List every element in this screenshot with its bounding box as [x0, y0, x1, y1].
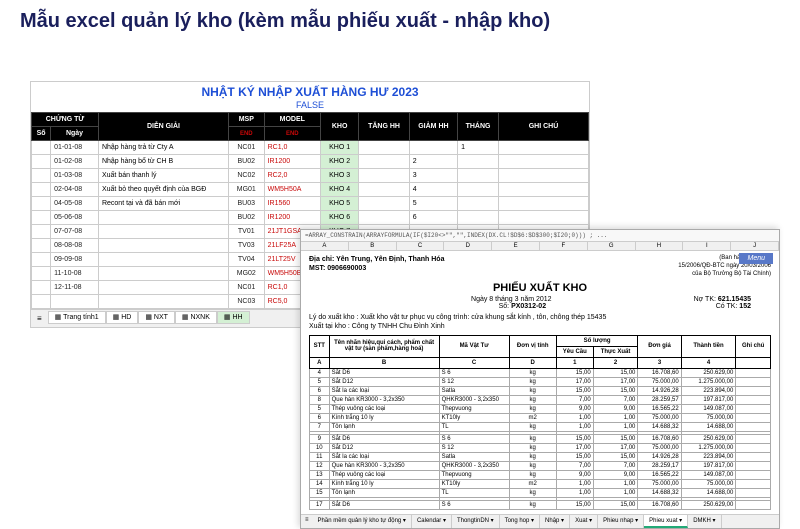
hdr-tang: TĂNG HH	[359, 113, 409, 141]
table-row[interactable]: 12Que hàn KR3000 - 3,2x350QHKR3000 - 3,2…	[310, 461, 771, 470]
table-row[interactable]: 02-04-08Xuất bỏ theo quyết định của BGĐM…	[32, 183, 589, 197]
subhdr: 3	[638, 357, 681, 368]
lydo: Lý do xuất kho : Xuất kho vật tư phục vụ…	[309, 313, 771, 322]
col-header[interactable]: H	[636, 242, 684, 250]
table-row[interactable]: 6Sắt la các loạiSatlakg15,0015,0014.926,…	[310, 386, 771, 395]
s2-table: STT Tên nhãn hiệu,qui cách, phẩm chất vậ…	[309, 335, 771, 510]
subhdr: 1	[556, 357, 593, 368]
hdr-ngay: Ngày	[51, 127, 99, 141]
table-row[interactable]: 5Sắt D12S 12kg17,0017,0075.000,001.275.0…	[310, 377, 771, 386]
col-header[interactable]: C	[397, 242, 445, 250]
table-row[interactable]: 7Tôn lạnhTLkg1,001,0014.688,3214.688,00	[310, 422, 771, 431]
sheet-tab[interactable]: ▦ Trang tính1	[48, 311, 106, 324]
sheet-tab[interactable]: Phieu nhap ▾	[598, 515, 644, 528]
phieu-title: PHIẾU XUẤT KHO	[309, 282, 771, 294]
so: PX0312-02	[511, 303, 546, 310]
sheet-tab[interactable]: Phieu xuat ▾	[644, 515, 688, 528]
col-header[interactable]: I	[683, 242, 731, 250]
hdr-msp: MSP	[228, 113, 264, 127]
hdr-diengiai: DIỄN GIẢI	[98, 113, 228, 141]
hdr-chungtu: CHỨNG TỪ	[32, 113, 99, 127]
sheet-tab[interactable]: ▦ HH	[217, 311, 250, 324]
hdr-so: Số	[32, 127, 51, 141]
h-stt: STT	[310, 335, 330, 357]
subhdr: B	[329, 357, 439, 368]
table-row[interactable]: 10Sắt D12S 12kg17,0017,0075.000,001.275.…	[310, 443, 771, 452]
hdr-kho: KHO	[321, 113, 359, 141]
subhdr: 4	[681, 357, 736, 368]
col-header[interactable]: G	[588, 242, 636, 250]
table-row[interactable]: 9Sắt D6S 6kg15,0015,0016.708,60250.629,0…	[310, 434, 771, 443]
h-dg: Đơn giá	[638, 335, 681, 357]
sheet-tab[interactable]: ▦ NXNK	[175, 311, 217, 324]
h-tx: Thực Xuất	[593, 346, 638, 357]
hdr-thang: THÁNG	[458, 113, 499, 141]
hdr-model: MODEL	[264, 113, 320, 127]
s1-subtitle: FALSE	[31, 100, 589, 112]
sheet-tab[interactable]: ThongtinDN ▾	[452, 515, 500, 528]
table-row[interactable]: 8Que hàn KR3000 - 3,2x350QHKR3000 - 3,2x…	[310, 395, 771, 404]
subhdr: D	[509, 357, 556, 368]
subhdr: 2	[593, 357, 638, 368]
column-headers: ABCDEFGHIJ	[301, 242, 779, 251]
table-row[interactable]: 6Kính trắng 10 lyKT10lym21,001,0075.000,…	[310, 413, 771, 422]
hdr-model-sub: END	[264, 127, 320, 141]
table-row[interactable]: 01-01-08Nhập hàng trả từ Cty ANC01RC1,0K…	[32, 141, 589, 155]
sheet-tab[interactable]: DMKH ▾	[688, 515, 721, 528]
col-header[interactable]: D	[444, 242, 492, 250]
table-row[interactable]: 01-02-08Nhập hàng bổ từ CH BBU02IR1200KH…	[32, 155, 589, 169]
cotk: 152	[739, 303, 751, 310]
xuattai: Xuất tại kho : Công ty TNHH Chu Đình Xin…	[309, 322, 771, 331]
col-header[interactable]: A	[301, 242, 349, 250]
col-header[interactable]: E	[492, 242, 540, 250]
table-row[interactable]: 14Kính trắng 10 lyKT10lym21,001,0075.000…	[310, 479, 771, 488]
h-yc: Yêu Cầu	[556, 346, 593, 357]
sheet-tab[interactable]: Xuat ▾	[570, 515, 598, 528]
table-row[interactable]: 5Thép vuông các loạiThepvuongkg9,009,001…	[310, 404, 771, 413]
sheet-tab[interactable]: ▦ NXT	[138, 311, 175, 324]
col-header[interactable]: F	[540, 242, 588, 250]
table-row[interactable]: 13Thép vuông các loạiThepvuongkg9,009,00…	[310, 470, 771, 479]
cotk-label: Có TK:	[716, 303, 738, 310]
h-tt: Thành tiền	[681, 335, 736, 357]
page-title: Mẫu excel quản lý kho (kèm mẫu phiếu xuấ…	[0, 0, 800, 39]
hdr-ghichu: GHI CHÚ	[499, 113, 589, 141]
subhdr: C	[439, 357, 509, 368]
table-row[interactable]: 05-06-08BU02IR1200KHO 66	[32, 211, 589, 225]
h-dv: Đơn vị tính	[509, 335, 556, 357]
h-sl: Số lượng	[556, 335, 638, 346]
notk: 621.15435	[718, 296, 751, 303]
table-row[interactable]: 01-03-08Xuất bán thanh lýNC02RC2,0KHO 33	[32, 169, 589, 183]
menu-button[interactable]: Menu	[739, 253, 773, 264]
so-label: Số:	[499, 303, 510, 310]
address: Địa chỉ: Yên Trung, Yên Định, Thanh Hóa	[309, 255, 444, 264]
table-row[interactable]: 04-05-08Recont tại và đã bán mớiBU03IR15…	[32, 197, 589, 211]
mst: MST: 0906690003	[309, 264, 444, 273]
s1-title: NHẬT KÝ NHẬP XUẤT HÀNG HƯ 2023	[31, 82, 589, 100]
h-ma: Mã Vật Tư	[439, 335, 509, 357]
hdr-msp-sub: END	[228, 127, 264, 141]
table-row[interactable]: 15Tôn lạnhTLkg1,001,0014.688,3214.688,00	[310, 488, 771, 497]
table-row[interactable]: 17Sắt D6S 6kg15,0015,0016.708,60250.629,…	[310, 500, 771, 509]
hdr-giam: GIẢM HH	[409, 113, 457, 141]
sheet-tab[interactable]: Nhập ▾	[540, 515, 570, 528]
sheet-phieuxuat: =ARRAY_CONSTRAIN(ARRAYFORMULA(IF($I20<>"…	[300, 229, 780, 529]
reg3: của Bộ Trưởng Bộ Tài Chính)	[678, 271, 771, 279]
sheet-tab[interactable]: Tong hop ▾	[500, 515, 540, 528]
sheet-tab[interactable]: Calendar ▾	[412, 515, 452, 528]
h-ten: Tên nhãn hiệu,qui cách, phẩm chất vật tư…	[329, 335, 439, 357]
col-header[interactable]: J	[731, 242, 779, 250]
h-ghi: Ghi chú	[736, 335, 771, 357]
sheet-tab[interactable]: ▦ HD	[106, 311, 139, 324]
subhdr: A	[310, 357, 330, 368]
s2-tabbar: ≡Phần mềm quản lý kho tự động ▾Calendar …	[301, 514, 779, 528]
formula-bar[interactable]: =ARRAY_CONSTRAIN(ARRAYFORMULA(IF($I20<>"…	[301, 230, 779, 242]
notk-label: Nợ TK:	[694, 296, 716, 303]
table-row[interactable]: 11Sắt la các loạiSatlakg15,0015,0014.926…	[310, 452, 771, 461]
col-header[interactable]: B	[349, 242, 397, 250]
table-row[interactable]: 4Sắt D6S 6kg15,0015,0016.708,60250.629,0…	[310, 368, 771, 377]
sheet-tab[interactable]: Phần mềm quản lý kho tự động ▾	[313, 515, 412, 528]
